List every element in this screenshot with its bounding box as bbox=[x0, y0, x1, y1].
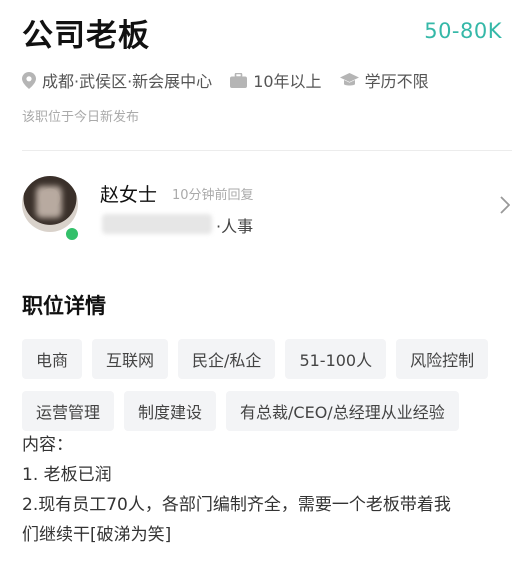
section-title-job-details: 职位详情 bbox=[22, 294, 106, 318]
tag-row-1: 电商 互联网 民企/私企 51-100人 风险控制 bbox=[22, 339, 490, 379]
experience-text: 10年以上 bbox=[253, 72, 322, 91]
divider bbox=[22, 150, 512, 151]
experience-item: 10年以上 bbox=[230, 68, 322, 92]
description-line: 1. 老板已润 bbox=[22, 465, 112, 485]
salary-range: 50-80K bbox=[424, 19, 502, 43]
tag-list: 电商 互联网 民企/私企 51-100人 风险控制 运营管理 制度建设 有总裁/… bbox=[22, 339, 490, 443]
location-item: 成都·武侯区·新会展中心 bbox=[22, 68, 212, 92]
tag: 51-100人 bbox=[285, 339, 387, 379]
job-description: 内容： 1. 老板已润 2.现有员工70人，各部门编制齐全，需要一个老板带着我 … bbox=[22, 430, 496, 550]
tag-row-2: 运营管理 制度建设 有总裁/CEO/总经理从业经验 bbox=[22, 391, 490, 431]
tag: 制度建设 bbox=[124, 391, 217, 431]
description-line: 2.现有员工70人，各部门编制齐全，需要一个老板带着我 bbox=[22, 495, 451, 515]
avatar[interactable] bbox=[22, 176, 80, 242]
tag: 互联网 bbox=[92, 339, 169, 379]
chevron-right-icon[interactable] bbox=[500, 196, 510, 214]
job-title: 公司老板 bbox=[22, 18, 150, 54]
avatar-blurred-photo bbox=[36, 186, 62, 218]
online-status-dot bbox=[64, 226, 80, 242]
tag: 风险控制 bbox=[396, 339, 489, 379]
tag: 电商 bbox=[22, 339, 83, 379]
description-line: 内容： bbox=[22, 435, 73, 455]
description-line: 们继续干[破涕为笑] bbox=[22, 525, 172, 545]
briefcase-icon bbox=[230, 72, 248, 88]
tag: 有总裁/CEO/总经理从业经验 bbox=[226, 391, 459, 431]
tag: 运营管理 bbox=[22, 391, 115, 431]
location-pin-icon bbox=[22, 71, 36, 89]
job-meta: 成都·武侯区·新会展中心 10年以上 学历不限 bbox=[22, 68, 447, 92]
education-text: 学历不限 bbox=[364, 72, 429, 91]
posted-notice: 该职位于今日新发布 bbox=[22, 110, 140, 125]
tag: 民企/私企 bbox=[178, 339, 276, 379]
graduation-cap-icon bbox=[339, 72, 359, 85]
education-item: 学历不限 bbox=[339, 68, 429, 92]
location-text: 成都·武侯区·新会展中心 bbox=[42, 72, 213, 91]
recruiter-card[interactable]: 赵女士 10分钟前回复 ·人事 bbox=[22, 168, 512, 246]
recruiter-role: ·人事 bbox=[216, 217, 254, 236]
recruiter-name: 赵女士 bbox=[100, 184, 158, 206]
company-name-blurred bbox=[102, 214, 212, 234]
reply-status: 10分钟前回复 bbox=[172, 188, 254, 203]
